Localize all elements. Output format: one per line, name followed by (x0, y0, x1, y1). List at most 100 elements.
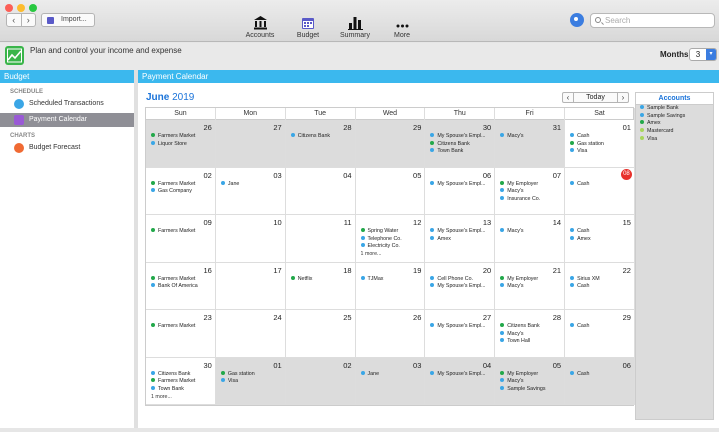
calendar-day[interactable]: 04 (285, 167, 356, 215)
calendar-event[interactable]: Cash (570, 228, 631, 236)
calendar-event[interactable]: Town Hall (500, 338, 561, 346)
calendar-day[interactable]: 01 Cash Gas station Visa (565, 120, 635, 168)
calendar-event[interactable]: Sample Savings (500, 385, 561, 394)
calendar-event[interactable]: Gas station (220, 370, 282, 379)
calendar-event[interactable]: Macy's (500, 330, 561, 339)
calendar-event[interactable]: Bank Of America (151, 283, 212, 291)
calendar-day[interactable]: 14 Macy's (495, 215, 566, 263)
calendar-event[interactable]: Gas station (570, 140, 631, 149)
calendar-event[interactable]: Cash (570, 180, 631, 189)
account-item[interactable]: Amex (636, 120, 713, 128)
sync-icon[interactable] (570, 13, 584, 27)
calendar-event[interactable]: Electricity Co. (360, 243, 422, 251)
account-item[interactable]: Visa (636, 135, 713, 144)
calendar-event[interactable]: Cash (570, 323, 631, 331)
calendar-event[interactable]: Macy's (500, 228, 561, 236)
calendar-day[interactable]: 28 Citizens Bank (285, 120, 356, 168)
calendar-day[interactable]: 27 (215, 120, 286, 168)
more-events-link[interactable]: 1 more... (151, 394, 212, 402)
calendar-day[interactable]: 03 Jane (355, 357, 426, 405)
calendar-event[interactable]: Jane (360, 370, 422, 379)
calendar-day[interactable]: 23 Farmers Market (146, 310, 216, 358)
sidebar-item-payment-calendar[interactable]: Payment Calendar (0, 113, 134, 127)
calendar-event[interactable]: Citizens Bank (500, 323, 561, 331)
calendar-event[interactable]: Town Bank (151, 385, 212, 394)
calendar-day[interactable]: 06 My Spouse's Empl... (425, 167, 496, 215)
calendar-event[interactable]: My Spouse's Empl... (430, 133, 491, 141)
calendar-day[interactable]: 26 (355, 310, 426, 358)
calendar-day[interactable]: 20 Cell Phone Co. My Spouse's Empl... (425, 262, 496, 310)
calendar-event[interactable]: Citizens Bank (290, 133, 352, 141)
calendar-day[interactable]: 31 Macy's (495, 120, 566, 168)
calendar-event[interactable]: TJMax (360, 275, 422, 284)
account-item[interactable]: Sample Savings (636, 112, 713, 121)
calendar-event[interactable]: My Spouse's Empl... (430, 283, 491, 291)
calendar-event[interactable]: My Spouse's Empl... (430, 370, 491, 379)
calendar-day[interactable]: 05 (355, 167, 426, 215)
calendar-event[interactable]: Insurance Co. (500, 195, 561, 204)
calendar-event[interactable]: Farmers Market (151, 378, 212, 386)
search-field[interactable] (590, 13, 715, 28)
toolbar-accounts[interactable]: Accounts (235, 13, 285, 39)
calendar-event[interactable]: Macy's (500, 283, 561, 291)
calendar-day[interactable]: 17 (215, 262, 286, 310)
toolbar-budget[interactable]: Budget (283, 13, 333, 39)
calendar-day[interactable]: 30 Citizens Bank Farmers Market Town Bank 1 … (146, 357, 216, 405)
chevron-right-icon[interactable]: › (22, 14, 36, 26)
calendar-day[interactable]: 13 My Spouse's Empl... Amex (425, 215, 496, 263)
sidebar-item-budget-forecast[interactable]: Budget Forecast (0, 141, 134, 155)
calendar-event[interactable]: Gas Company (151, 188, 212, 196)
calendar-day[interactable]: 10 (215, 215, 286, 263)
calendar-day[interactable]: 07 My Employer Macy's Insurance Co. (495, 167, 566, 215)
calendar-event[interactable]: Cash (570, 283, 631, 291)
months-select[interactable]: 3 ▾ (689, 48, 717, 61)
calendar-event[interactable]: Netflix (290, 275, 352, 284)
calendar-event[interactable]: Farmers Market (151, 275, 212, 284)
calendar-event[interactable]: Cash (570, 370, 631, 379)
calendar-event[interactable]: My Employer (500, 370, 561, 379)
next-month-button[interactable]: › (618, 93, 628, 102)
calendar-day[interactable]: 25 (285, 310, 356, 358)
calendar-event[interactable]: Citizens Bank (151, 370, 212, 379)
calendar-event[interactable]: Macy's (500, 188, 561, 196)
calendar-day[interactable]: 02 (285, 357, 356, 405)
calendar-event[interactable]: Farmers Market (151, 133, 212, 141)
calendar-event[interactable]: Visa (220, 378, 282, 386)
calendar-day[interactable]: 30 My Spouse's Empl... Citizens Bank Town B… (425, 120, 496, 168)
account-item[interactable]: Sample Bank (636, 105, 713, 113)
calendar-event[interactable]: Sirius XM (570, 275, 631, 284)
calendar-event[interactable]: Town Bank (430, 148, 491, 156)
calendar-day[interactable]: 05 My Employer Macy's Sample Savings (495, 357, 566, 405)
account-item[interactable]: Mastercard (636, 128, 713, 136)
calendar-event[interactable]: Farmers Market (151, 228, 212, 236)
calendar-day[interactable]: 15 Cash Amex (565, 215, 635, 263)
calendar-event[interactable]: Telephone Co. (360, 235, 422, 244)
calendar-day[interactable]: 29 (355, 120, 426, 168)
calendar-event[interactable]: Farmers Market (151, 180, 212, 189)
calendar-event[interactable]: Macy's (500, 133, 561, 141)
calendar-event[interactable]: Citizens Bank (430, 140, 491, 149)
more-events-link[interactable]: 1 more... (361, 251, 422, 259)
calendar-day[interactable]: 12 Spring Water Telephone Co. Electricity C… (355, 215, 426, 263)
calendar-day[interactable]: 11 (285, 215, 356, 263)
calendar-event[interactable]: Spring Water (360, 228, 422, 236)
calendar-day[interactable]: 19 TJMax (355, 262, 426, 310)
calendar-event[interactable]: Visa (570, 148, 631, 156)
calendar-day[interactable]: 08 Cash (565, 167, 635, 215)
calendar-event[interactable]: Amex (570, 235, 631, 244)
calendar-event[interactable]: Macy's (500, 378, 561, 386)
previous-month-button[interactable]: ‹ (563, 93, 573, 102)
calendar-day[interactable]: 06 Cash (565, 357, 635, 405)
calendar-day[interactable]: 28 Citizens Bank Macy's Town Hall (495, 310, 566, 358)
close-window-button[interactable] (5, 4, 13, 12)
zoom-window-button[interactable] (29, 4, 37, 12)
calendar-day[interactable]: 18 Netflix (285, 262, 356, 310)
calendar-day[interactable]: 26 Farmers Market Liquor Store (146, 120, 216, 168)
calendar-day[interactable]: 09 Farmers Market (146, 215, 216, 263)
today-button[interactable]: Today (573, 93, 618, 102)
calendar-day[interactable]: 21 My Employer Macy's (495, 262, 566, 310)
calendar-day[interactable]: 01 Gas station Visa (215, 357, 286, 405)
calendar-day[interactable]: 29 Cash (565, 310, 635, 358)
toolbar-more[interactable]: More (377, 13, 427, 39)
calendar-event[interactable]: Liquor Store (151, 140, 212, 149)
